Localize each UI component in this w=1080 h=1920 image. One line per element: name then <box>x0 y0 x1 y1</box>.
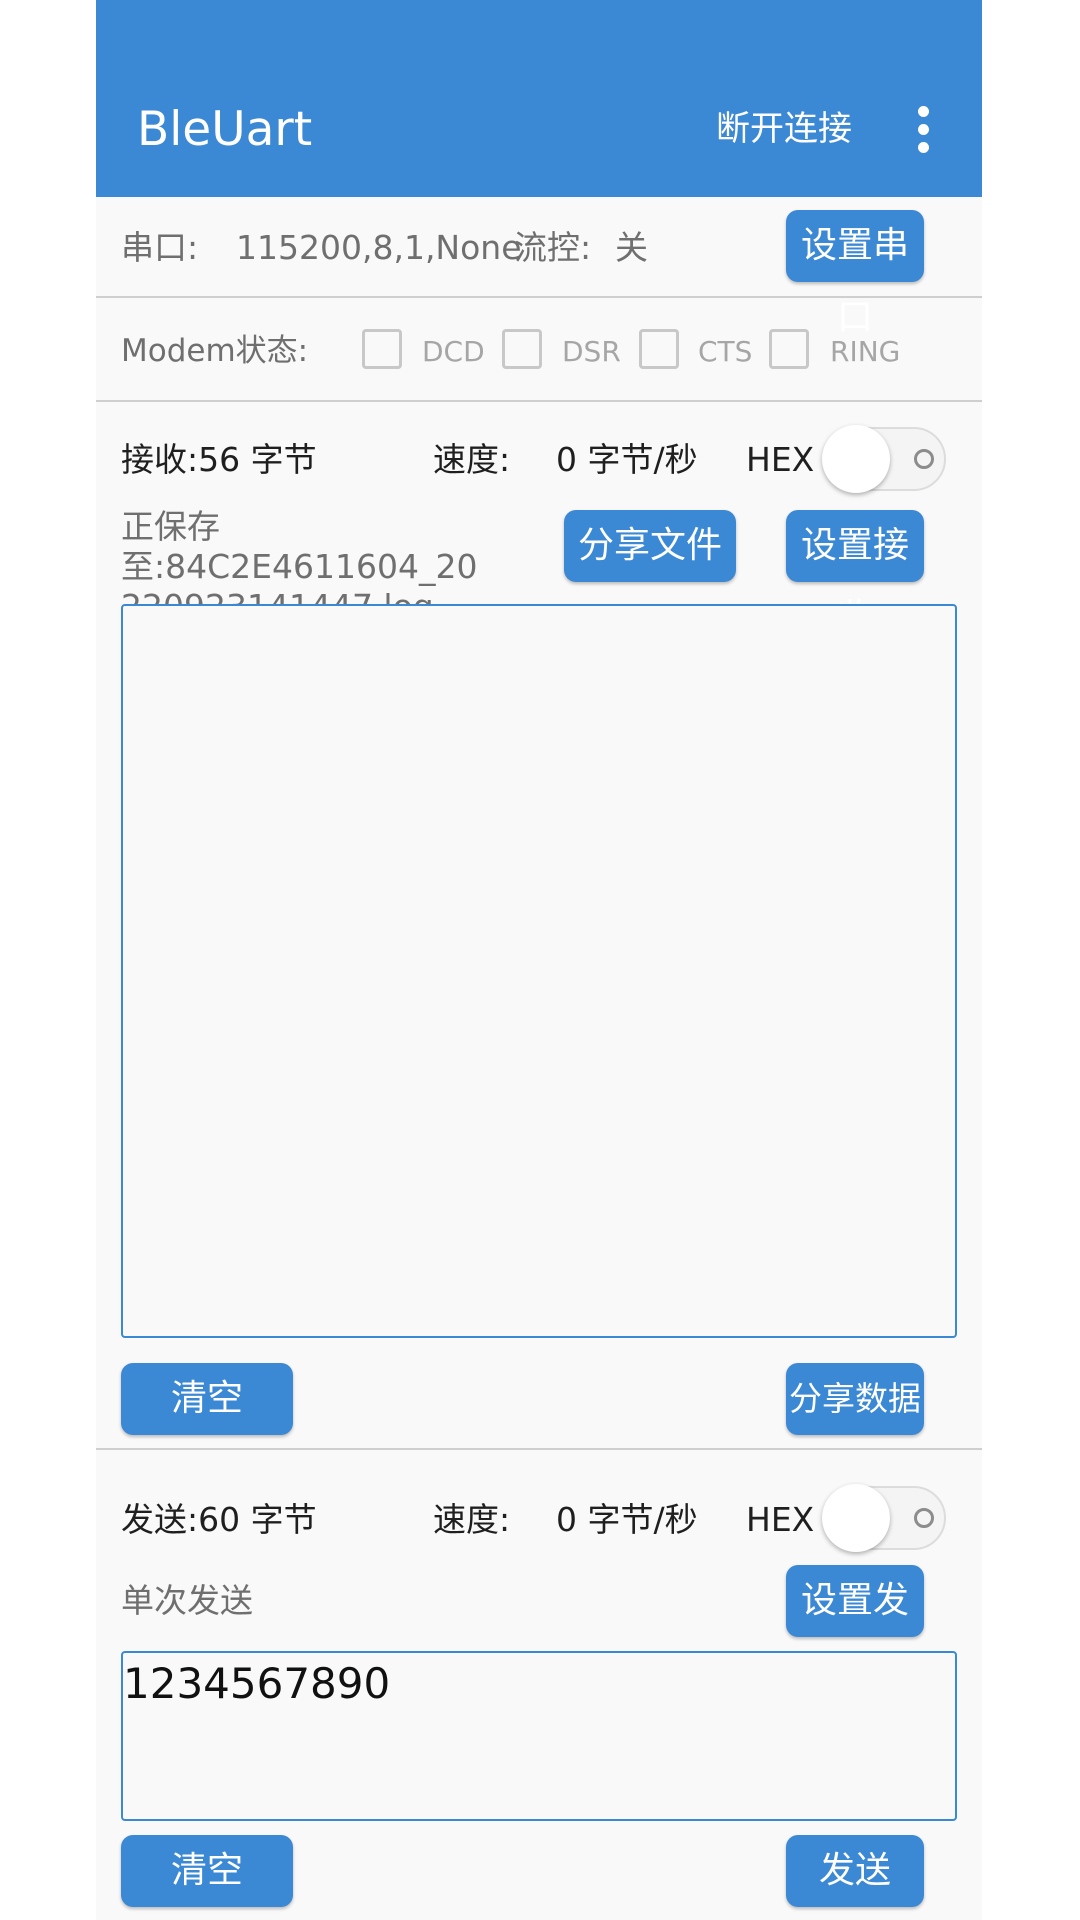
receive-hex-switch[interactable] <box>822 423 950 495</box>
modem-status-label: Modem状态: <box>121 333 309 369</box>
cts-checkbox[interactable] <box>639 329 679 369</box>
receive-speed-value: 0 字节/秒 <box>556 440 698 479</box>
set-serial-button[interactable]: 设置串口 <box>786 210 924 338</box>
save-path-line1: 正保存至:84C2E4611604_20 <box>121 507 478 586</box>
flow-control-value: 关 <box>615 228 648 267</box>
receive-hex-label: HEX <box>746 440 815 479</box>
dcd-checkbox[interactable] <box>362 329 402 369</box>
dcd-label: DCD <box>422 335 485 368</box>
share-file-button[interactable]: 分享文件 <box>564 510 736 582</box>
app-bar: BleUart 断开连接 <box>96 0 982 197</box>
app-title: BleUart <box>137 102 313 157</box>
receive-clear-button[interactable]: 清空 <box>121 1363 293 1435</box>
send-button[interactable]: 发送 <box>786 1835 924 1907</box>
divider <box>96 400 982 402</box>
divider <box>96 1448 982 1450</box>
receive-data-area[interactable] <box>121 604 957 1338</box>
send-settings-button[interactable]: 设置发送 <box>786 1565 924 1693</box>
cts-label: CTS <box>698 335 753 368</box>
receive-speed-label: 速度: <box>433 440 511 479</box>
send-hex-switch[interactable] <box>822 1482 950 1554</box>
send-input[interactable]: 1234567890 <box>121 1651 957 1821</box>
send-mode-label: 单次发送 <box>121 1581 253 1620</box>
receive-settings-button[interactable]: 设置接收 <box>786 510 924 638</box>
send-count: 发送:60 字节 <box>121 1500 317 1539</box>
ring-checkbox[interactable] <box>769 329 809 369</box>
dsr-checkbox[interactable] <box>502 329 542 369</box>
send-speed-label: 速度: <box>433 1500 511 1539</box>
flow-control-label: 流控: <box>514 228 592 267</box>
send-speed-value: 0 字节/秒 <box>556 1500 698 1539</box>
serial-config: 115200,8,1,None <box>236 228 522 267</box>
share-data-button[interactable]: 分享数据 <box>786 1363 924 1435</box>
disconnect-button[interactable]: 断开连接 <box>716 105 852 153</box>
serial-label: 串口: <box>121 228 199 267</box>
receive-count: 接收:56 字节 <box>121 440 317 479</box>
more-options-icon[interactable] <box>912 106 936 154</box>
send-input-value: 1234567890 <box>123 1659 391 1708</box>
ring-label: RING <box>830 335 901 368</box>
dsr-label: DSR <box>562 335 621 368</box>
send-clear-button[interactable]: 清空 <box>121 1835 293 1907</box>
app-screen: BleUart 断开连接 串口: 115200,8,1,None 流控: 关 设… <box>96 0 982 1920</box>
send-hex-label: HEX <box>746 1500 815 1539</box>
divider <box>96 296 982 298</box>
